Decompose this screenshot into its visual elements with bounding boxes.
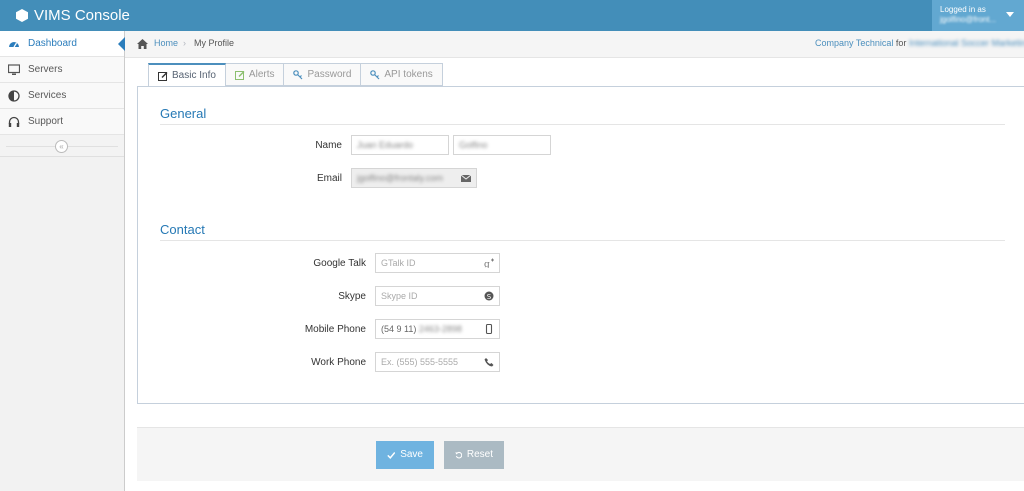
save-label: Save: [400, 449, 423, 460]
edit-icon: [234, 70, 245, 80]
reset-button[interactable]: Reset: [444, 441, 504, 469]
profile-tabs: Basic Info Alerts Password API tokens: [148, 63, 443, 87]
google-plus-icon: g: [484, 258, 494, 268]
breadcrumb-current: My Profile: [194, 38, 235, 48]
key-icon: [370, 69, 380, 79]
tab-password[interactable]: Password: [284, 63, 362, 86]
skype-input[interactable]: Skype ID S: [375, 286, 500, 306]
svg-text:S: S: [487, 293, 492, 301]
mobile-phone-input[interactable]: (54 9 11) 2463-2898: [375, 319, 500, 339]
mobile-phone-label: Mobile Phone: [304, 324, 366, 335]
name-label: Name: [315, 140, 342, 151]
home-icon: [137, 39, 148, 49]
breadcrumb-separator: ›: [183, 38, 186, 48]
svg-text:g: g: [484, 260, 490, 268]
account-for-word: for: [895, 38, 907, 48]
form-actions: Save Reset: [137, 427, 1024, 481]
hexagon-icon: [16, 9, 28, 22]
google-talk-input[interactable]: GTalk ID g: [375, 253, 500, 273]
sidebar-item-servers[interactable]: Servers: [0, 57, 124, 83]
tab-basic-info[interactable]: Basic Info: [148, 63, 226, 87]
google-talk-label: Google Talk: [313, 258, 366, 269]
skype-label: Skype: [338, 291, 366, 302]
section-divider: [160, 124, 1005, 125]
reset-label: Reset: [466, 449, 493, 460]
tab-label: Password: [307, 68, 352, 80]
skype-icon: S: [484, 291, 494, 301]
breadcrumb-home-link[interactable]: Home: [154, 38, 178, 48]
mobile-icon: [485, 324, 493, 334]
tab-label: Alerts: [248, 68, 275, 80]
check-icon: [387, 452, 396, 459]
work-phone-input[interactable]: Ex. (555) 555-5555: [375, 352, 500, 372]
last-name-input[interactable]: Golfino: [453, 135, 551, 155]
tab-label: API tokens: [384, 68, 433, 80]
edit-icon: [158, 71, 168, 81]
desktop-icon: [8, 64, 20, 75]
section-divider: [160, 240, 1005, 241]
caret-down-icon: [1006, 12, 1014, 17]
sidebar-item-dashboard[interactable]: Dashboard: [0, 31, 125, 57]
email-field: jgolfino@frontaly.com: [351, 168, 477, 188]
envelope-icon: [461, 174, 471, 182]
account-organization[interactable]: International Soccer Marketing: [909, 38, 1024, 48]
breadcrumb: Home › My Profile Company Technical for …: [125, 31, 1024, 58]
top-navbar: VIMS Console Logged in as jgolfino@front…: [0, 0, 1024, 31]
key-icon: [293, 69, 303, 79]
account-role[interactable]: Company Technical: [815, 38, 893, 48]
undo-icon: [455, 451, 462, 459]
account-context: Company Technical for International Socc…: [815, 38, 1024, 48]
brand[interactable]: VIMS Console: [16, 0, 130, 31]
sidebar-item-label: Support: [28, 116, 64, 127]
adjust-icon: [8, 90, 20, 102]
save-button[interactable]: Save: [376, 441, 434, 469]
dashboard-icon: [9, 42, 19, 48]
headphones-icon: [8, 116, 20, 127]
email-label: Email: [316, 173, 342, 184]
section-title-general: General: [160, 106, 207, 121]
sidebar-item-services[interactable]: Services: [0, 83, 124, 109]
app-title: VIMS Console: [34, 7, 130, 24]
phone-icon: [484, 358, 494, 367]
sidebar-item-label: Services: [28, 90, 67, 101]
sidebar-collapse-row: «: [0, 135, 124, 157]
user-menu[interactable]: Logged in as jgolfino@front...: [932, 0, 1024, 31]
first-name-input[interactable]: Juan Eduardo: [351, 135, 449, 155]
sidebar: Dashboard Servers Services Support «: [0, 31, 125, 491]
sidebar-item-support[interactable]: Support: [0, 109, 124, 135]
tab-api-tokens[interactable]: API tokens: [361, 63, 443, 86]
tab-alerts[interactable]: Alerts: [225, 63, 285, 86]
tab-label: Basic Info: [172, 69, 216, 81]
sidebar-item-label: Dashboard: [28, 38, 77, 49]
work-phone-label: Work Phone: [311, 357, 366, 368]
basic-info-panel: General Name Juan Eduardo Golfino Email …: [137, 86, 1024, 404]
section-title-contact: Contact: [160, 222, 205, 237]
collapse-sidebar-button[interactable]: «: [55, 140, 68, 153]
sidebar-item-label: Servers: [28, 64, 63, 75]
